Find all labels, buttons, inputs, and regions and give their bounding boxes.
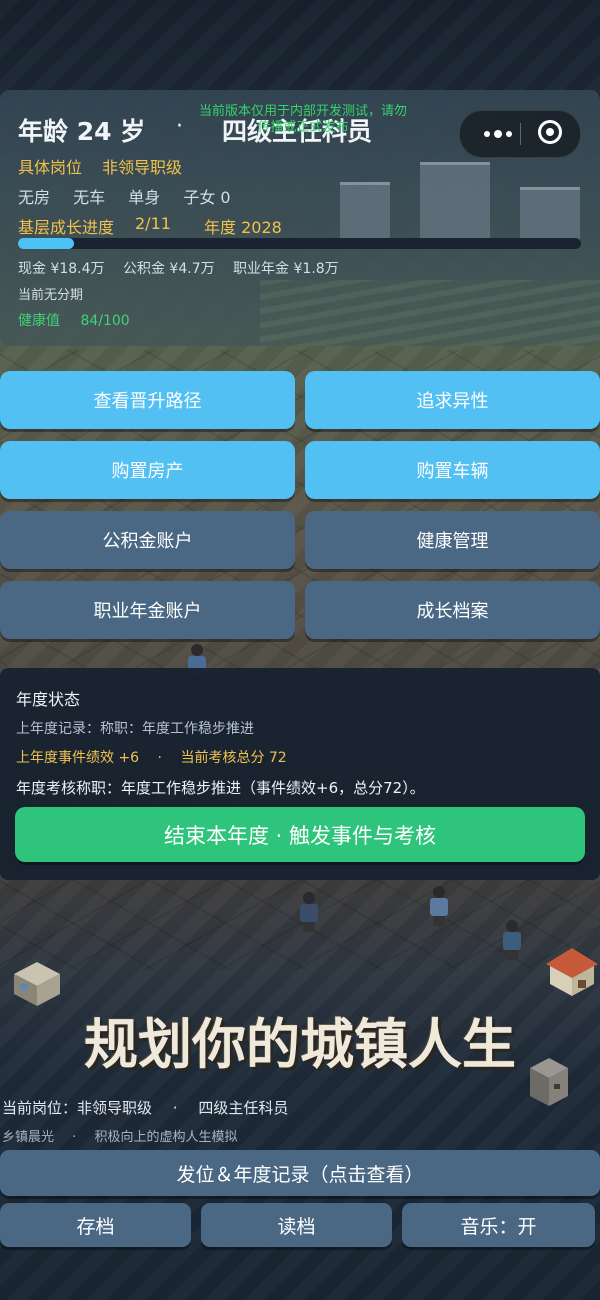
title-separator: · xyxy=(176,114,183,139)
buy-vehicle-button[interactable]: 购置车辆 xyxy=(305,441,600,499)
age-label: 年龄 24 岁 xyxy=(18,117,146,146)
current-post-separator: · xyxy=(172,1099,178,1117)
game-title: 规划你的城镇人生 xyxy=(84,1012,516,1076)
performance-separator: · xyxy=(157,750,162,766)
post-label: 具体岗位 xyxy=(18,158,83,177)
pursue-romance-button[interactable]: 追求异性 xyxy=(305,371,600,429)
promotion-path-button[interactable]: 查看晋升路径 xyxy=(0,371,295,429)
growth-record-button[interactable]: 成长档案 xyxy=(305,581,600,639)
capsule-divider xyxy=(520,123,521,145)
health-management-button[interactable]: 健康管理 xyxy=(305,511,600,569)
house-status: 无房 xyxy=(18,188,51,207)
money-row: 现金 ¥18.4万 公积金 ¥4.7万 职业年金 ¥1.8万 xyxy=(18,258,353,278)
health-value: 84/100 xyxy=(80,313,130,329)
last-year-record: 上年度记录：称职：年度工作稳步推进 xyxy=(16,721,254,737)
post-value: 非领导职级 xyxy=(102,158,183,177)
current-post-label: 当前岗位：非领导职级 xyxy=(2,1099,153,1117)
progress-bar-fill xyxy=(18,238,74,249)
save-button[interactable]: 存档 xyxy=(0,1203,191,1247)
marital-status: 单身 xyxy=(128,188,161,207)
end-year-button[interactable]: 结束本年度 · 触发事件与考核 xyxy=(15,807,585,862)
year-label: 年度 2028 xyxy=(204,218,282,237)
house-decor-icon xyxy=(546,948,598,996)
records-button[interactable]: 发位＆年度记录（点击查看） xyxy=(0,1150,600,1196)
car-status: 无车 xyxy=(73,188,106,207)
installment-status: 当前无分期 xyxy=(18,288,84,303)
annual-assessment-result: 年度考核称职：年度工作稳步推进（事件绩效+6，总分72）。 xyxy=(16,779,425,797)
townsperson-figure xyxy=(300,892,318,932)
annual-status-title: 年度状态 xyxy=(16,690,81,709)
townsperson-figure xyxy=(430,886,448,926)
dev-test-notice: 当前版本仅用于内部开发测试，请勿传播或正式发布 xyxy=(198,104,407,135)
progress-count: 2/11 xyxy=(135,214,171,233)
children-status: 子女 0 xyxy=(183,188,231,207)
current-post-rank: 四级主任科员 xyxy=(198,1099,289,1117)
load-button[interactable]: 读档 xyxy=(201,1203,392,1247)
assets-row: 无房 无车 单身 子女 0 xyxy=(18,184,249,208)
tagline-right: 积极向上的虚构人生模拟 xyxy=(94,1130,238,1145)
tagline-left: 乡镇晨光 xyxy=(2,1130,55,1145)
current-score: 当前考核总分 72 xyxy=(180,750,287,766)
current-post-row: 当前岗位：非领导职级 · 四级主任科员 xyxy=(2,1097,304,1118)
last-year-performance: 上年度事件绩效 +6 xyxy=(16,750,140,766)
music-toggle-button[interactable]: 音乐：开 xyxy=(402,1203,595,1247)
more-dots-icon[interactable] xyxy=(474,111,522,157)
housing-fund-button[interactable]: 公积金账户 xyxy=(0,511,295,569)
cash-value: 现金 ¥18.4万 xyxy=(18,261,105,277)
annuity-value: 职业年金 ¥1.8万 xyxy=(233,261,339,277)
town-buildings-decor xyxy=(300,160,600,240)
tagline-row: 乡镇晨光 · 积极向上的虚构人生模拟 xyxy=(2,1126,251,1145)
performance-row: 上年度事件绩效 +6 · 当前考核总分 72 xyxy=(16,747,301,767)
buy-property-button[interactable]: 购置房产 xyxy=(0,441,295,499)
housing-fund-value: 公积金 ¥4.7万 xyxy=(122,261,215,277)
progress-bar xyxy=(18,238,581,249)
farm-field-decor xyxy=(260,280,600,346)
close-target-icon[interactable] xyxy=(538,120,562,144)
health-row: 健康值 84/100 xyxy=(18,310,146,330)
health-label: 健康值 xyxy=(18,313,60,329)
tagline-separator: · xyxy=(72,1130,77,1145)
miniprogram-capsule xyxy=(459,110,581,158)
progress-label: 基层成长进度 xyxy=(18,218,115,237)
annuity-account-button[interactable]: 职业年金账户 xyxy=(0,581,295,639)
townsperson-figure xyxy=(503,920,521,960)
